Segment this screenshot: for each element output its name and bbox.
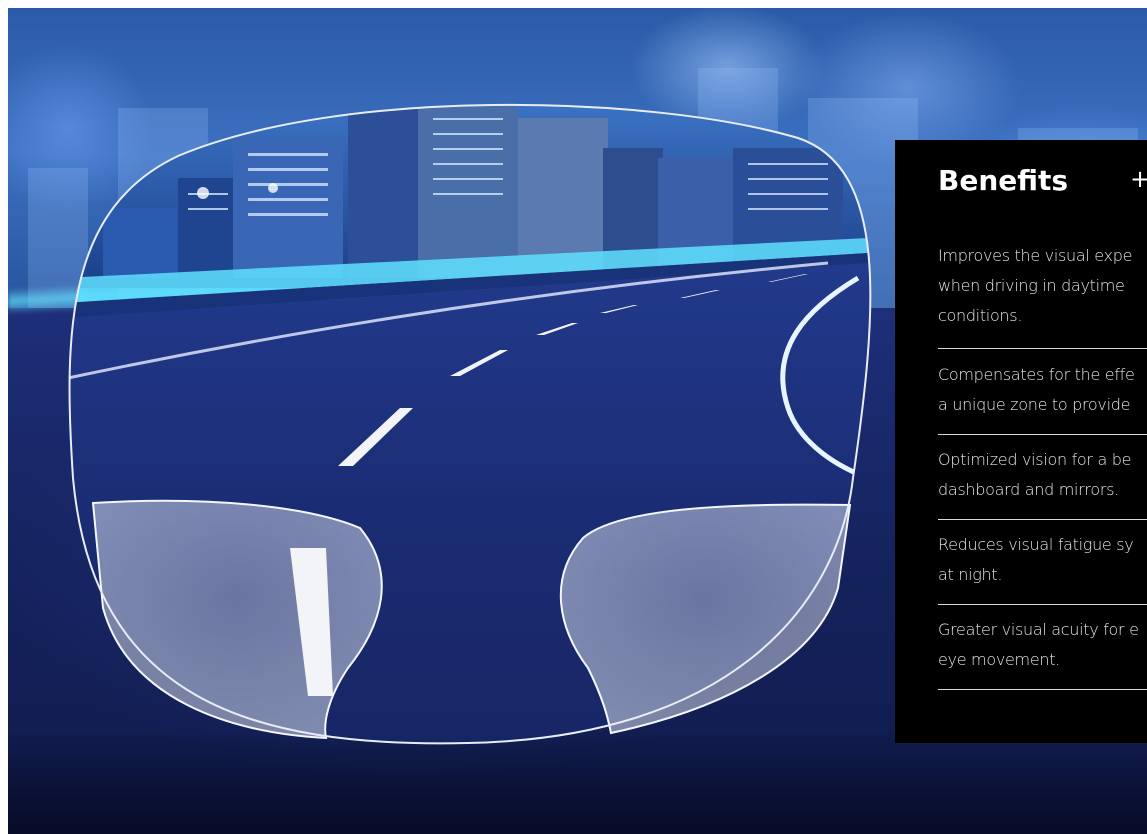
benefit-item: Compensates for the effe a unique zone t… (938, 360, 1147, 420)
benefit-item: Improves the visual expe when driving in… (938, 241, 1147, 331)
benefit-text: Improves the visual expe (938, 246, 1133, 265)
benefit-item: Greater visual acuity for e eye movement… (938, 615, 1147, 675)
benefit-text: when driving in daytime (938, 276, 1125, 295)
benefit-text: conditions. (938, 306, 1023, 325)
divider (938, 348, 1147, 349)
benefit-text: at night. (938, 565, 1003, 584)
divider (938, 689, 1147, 690)
divider (938, 604, 1147, 605)
divider (938, 434, 1147, 435)
right-near-zone (559, 503, 852, 735)
benefit-text: Reduces visual fatigue sy (938, 535, 1134, 554)
expand-toggle-icon[interactable]: + (1130, 165, 1147, 193)
benefits-title: Benefits (938, 164, 1069, 197)
benefit-item: Reduces visual fatigue sy at night. (938, 530, 1147, 590)
divider (938, 519, 1147, 520)
benefit-text: Compensates for the effe (938, 365, 1135, 384)
benefits-panel: Benefits + Improves the visual expe when… (895, 140, 1147, 743)
hero-image: Benefits + Improves the visual expe when… (8, 8, 1147, 834)
benefit-text: Optimized vision for a be (938, 450, 1132, 469)
benefit-text: a unique zone to provide (938, 395, 1131, 414)
benefit-text: Greater visual acuity for e (938, 620, 1139, 639)
benefit-text: eye movement. (938, 650, 1060, 669)
benefit-text: dashboard and mirrors. (938, 480, 1119, 499)
benefit-item: Optimized vision for a be dashboard and … (938, 445, 1147, 505)
